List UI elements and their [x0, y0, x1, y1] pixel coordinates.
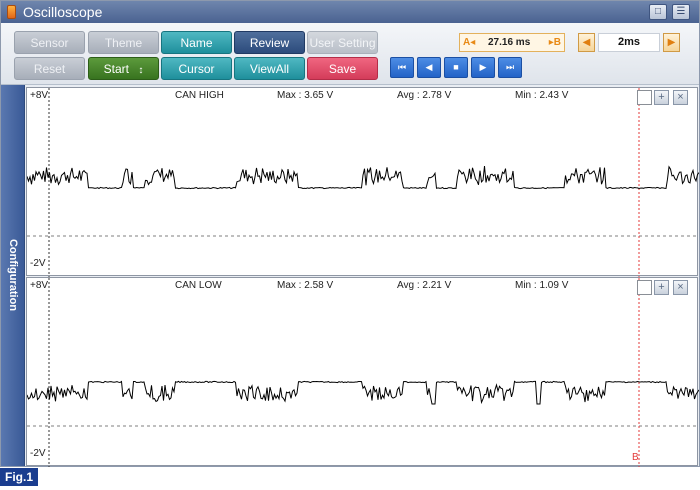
waveform-plot-can-high[interactable] [27, 88, 699, 277]
plus-icon[interactable]: + [654, 90, 669, 105]
theme-button[interactable]: Theme [88, 31, 159, 54]
configuration-tab[interactable]: Configuration [1, 85, 25, 466]
channel-checkbox[interactable] [637, 90, 652, 105]
oscilloscope-window: Oscilloscope □ ☰ Sensor Theme Name Revie… [0, 0, 700, 467]
avg-readout: Avg : 2.21 V [397, 280, 452, 291]
scale-bottom-label: -2V [30, 258, 46, 269]
time-div-next-button[interactable]: ▶ [663, 33, 680, 52]
time-div-value: 2ms [598, 33, 660, 52]
step-forward-icon[interactable]: ▶ [471, 57, 495, 78]
title-bar: Oscilloscope □ ☰ [1, 1, 699, 23]
viewall-button[interactable]: ViewAll [234, 57, 305, 80]
toolbar: Sensor Theme Name Review User Setting Re… [1, 23, 699, 85]
stop-icon[interactable]: ■ [444, 57, 468, 78]
waveform-plot-can-low[interactable] [27, 278, 699, 467]
cursor-delta-value: 27.16 ms [488, 37, 531, 48]
up-down-icon: ↕ [138, 65, 144, 76]
sensor-button[interactable]: Sensor [14, 31, 85, 54]
restore-icon[interactable]: □ [649, 4, 667, 20]
app-icon [7, 5, 16, 19]
cursor-a-label: A◂ [463, 37, 476, 48]
scale-bottom-label: -2V [30, 448, 46, 459]
min-readout: Min : 2.43 V [515, 90, 569, 101]
configuration-tab-label: Configuration [7, 238, 19, 312]
menu-icon[interactable]: ☰ [672, 4, 690, 20]
max-readout: Max : 2.58 V [277, 280, 334, 291]
scale-top-label: +8V [30, 280, 49, 291]
user-setting-button[interactable]: User Setting [307, 31, 378, 54]
scale-top-label: +8V [30, 90, 49, 101]
plus-icon[interactable]: + [654, 280, 669, 295]
reset-button[interactable]: Reset [14, 57, 85, 80]
close-icon[interactable]: × [673, 90, 688, 105]
channel-readouts: +8V CAN LOW Max : 2.58 V Avg : 2.21 V Mi… [27, 280, 697, 294]
save-button[interactable]: Save [307, 57, 378, 80]
max-readout: Max : 3.65 V [277, 90, 334, 101]
channel-name: CAN LOW [175, 280, 222, 291]
window-title: Oscilloscope [23, 4, 103, 20]
skip-start-icon[interactable]: ⏮ [390, 57, 414, 78]
figure-label: Fig.1 [0, 468, 38, 486]
channel-panel-can-low: +8V CAN LOW Max : 2.58 V Avg : 2.21 V Mi… [26, 277, 699, 467]
cursor-b-marker: B [632, 452, 639, 463]
waveform-trace [27, 380, 699, 405]
avg-readout: Avg : 2.78 V [397, 90, 452, 101]
channel-panel-can-high: +8V CAN HIGH Max : 3.65 V Avg : 2.78 V M… [26, 87, 699, 277]
cursor-button[interactable]: Cursor [161, 57, 232, 80]
start-button[interactable]: Start ↕ [88, 57, 159, 80]
step-back-icon[interactable]: ◀ [417, 57, 441, 78]
channel-readouts: +8V CAN HIGH Max : 3.65 V Avg : 2.78 V M… [27, 90, 697, 104]
skip-end-icon[interactable]: ⏭ [498, 57, 522, 78]
min-readout: Min : 1.09 V [515, 280, 569, 291]
cursor-b-label: ▸B [548, 37, 561, 48]
cursor-delta-display: A◂ 27.16 ms ▸B [459, 33, 565, 52]
time-div-prev-button[interactable]: ◀ [578, 33, 595, 52]
start-label: Start [103, 62, 129, 76]
waveform-trace [27, 165, 699, 190]
close-icon[interactable]: × [673, 280, 688, 295]
review-button[interactable]: Review [234, 31, 305, 54]
name-button[interactable]: Name [161, 31, 232, 54]
channel-name: CAN HIGH [175, 90, 224, 101]
channel-checkbox[interactable] [637, 280, 652, 295]
